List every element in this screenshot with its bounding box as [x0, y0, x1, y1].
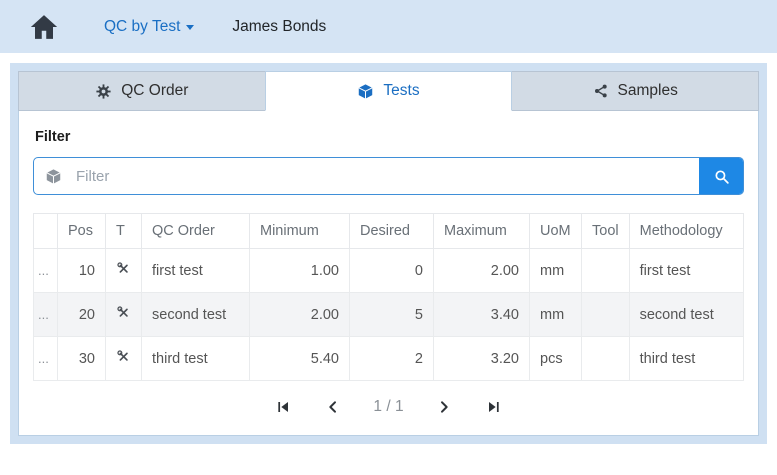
uom-cell: mm [530, 249, 582, 293]
maximum-cell: 3.40 [434, 293, 530, 337]
t-cell [106, 249, 142, 293]
share-icon [593, 83, 609, 99]
filter-heading: Filter [35, 129, 742, 145]
minimum-cell: 1.00 [250, 249, 350, 293]
qc-by-test-label: QC by Test [104, 18, 180, 36]
methodology-cell: second test [629, 293, 743, 337]
uom-cell: pcs [530, 337, 582, 381]
methodology-cell: third test [629, 337, 743, 381]
previous-page-button[interactable] [323, 397, 343, 417]
table-row[interactable]: ... 30 third test 5.40 2 [34, 337, 744, 381]
methodology-cell: first test [629, 249, 743, 293]
qc-order-cell: second test [142, 293, 250, 337]
pos-cell: 30 [58, 337, 106, 381]
pos-cell: 10 [58, 249, 106, 293]
first-page-button[interactable] [273, 397, 293, 417]
chevron-right-icon [436, 399, 452, 415]
last-page-icon [486, 399, 502, 415]
home-icon [28, 12, 60, 42]
desired-cell: 0 [350, 249, 434, 293]
first-page-icon [275, 399, 291, 415]
col-header-tool: Tool [582, 214, 630, 249]
tools-icon [116, 349, 131, 364]
t-cell [106, 337, 142, 381]
col-header-methodology: Methodology [629, 214, 743, 249]
tab-tests[interactable]: Tests [265, 71, 513, 111]
content-panel: QC Order Tests Samples [10, 63, 767, 444]
qc-order-cell: third test [142, 337, 250, 381]
minimum-cell: 2.00 [250, 293, 350, 337]
search-button[interactable] [699, 158, 743, 194]
qc-order-cell: first test [142, 249, 250, 293]
tests-tab-panel: Filter [18, 110, 759, 436]
col-header-uom: UoM [530, 214, 582, 249]
qc-by-test-menu[interactable]: QC by Test [104, 18, 194, 36]
tools-icon [116, 261, 131, 276]
tab-samples[interactable]: Samples [511, 71, 759, 111]
pagination: 1 / 1 [33, 381, 744, 427]
uom-cell: mm [530, 293, 582, 337]
user-name: James Bonds [232, 18, 326, 36]
chevron-left-icon [325, 399, 341, 415]
row-overflow-cell[interactable]: ... [34, 293, 58, 337]
col-header-maximum: Maximum [434, 214, 530, 249]
tool-cell [582, 293, 630, 337]
tab-bar: QC Order Tests Samples [18, 71, 759, 111]
table-row[interactable]: ... 20 second test 2.00 5 [34, 293, 744, 337]
t-cell [106, 293, 142, 337]
header-row: Pos T QC Order Minimum Desired Maximum U… [34, 214, 744, 249]
pos-cell: 20 [58, 293, 106, 337]
table-body: ... 10 first test 1.00 0 [34, 249, 744, 381]
col-header-minimum: Minimum [250, 214, 350, 249]
tab-samples-label: Samples [618, 82, 678, 100]
tool-cell [582, 337, 630, 381]
col-header-expand [34, 214, 58, 249]
tests-table: Pos T QC Order Minimum Desired Maximum U… [33, 213, 744, 381]
row-overflow-cell[interactable]: ... [34, 249, 58, 293]
page-indicator: 1 / 1 [373, 398, 403, 416]
tool-cell [582, 249, 630, 293]
filter-input[interactable] [72, 158, 699, 194]
table-header: Pos T QC Order Minimum Desired Maximum U… [34, 214, 744, 249]
row-overflow-cell[interactable]: ... [34, 337, 58, 381]
search-icon [713, 168, 730, 185]
minimum-cell: 5.40 [250, 337, 350, 381]
desired-cell: 5 [350, 293, 434, 337]
tab-qc-order-label: QC Order [121, 82, 188, 100]
col-header-qc-order: QC Order [142, 214, 250, 249]
tools-icon [116, 305, 131, 320]
cube-icon [45, 168, 62, 185]
cube-addon [34, 158, 72, 194]
caret-down-icon [186, 25, 194, 30]
tab-qc-order[interactable]: QC Order [18, 71, 266, 111]
app-window: QC by Test James Bonds QC Order [0, 0, 777, 475]
col-header-desired: Desired [350, 214, 434, 249]
table-row[interactable]: ... 10 first test 1.00 0 [34, 249, 744, 293]
maximum-cell: 2.00 [434, 249, 530, 293]
filter-input-group [33, 157, 744, 195]
cogs-icon [95, 83, 112, 100]
col-header-pos: Pos [58, 214, 106, 249]
tab-tests-label: Tests [383, 82, 419, 100]
home-button[interactable] [24, 10, 64, 44]
cube-icon [357, 83, 374, 100]
next-page-button[interactable] [434, 397, 454, 417]
col-header-t: T [106, 214, 142, 249]
maximum-cell: 3.20 [434, 337, 530, 381]
top-navbar: QC by Test James Bonds [0, 0, 777, 53]
desired-cell: 2 [350, 337, 434, 381]
last-page-button[interactable] [484, 397, 504, 417]
